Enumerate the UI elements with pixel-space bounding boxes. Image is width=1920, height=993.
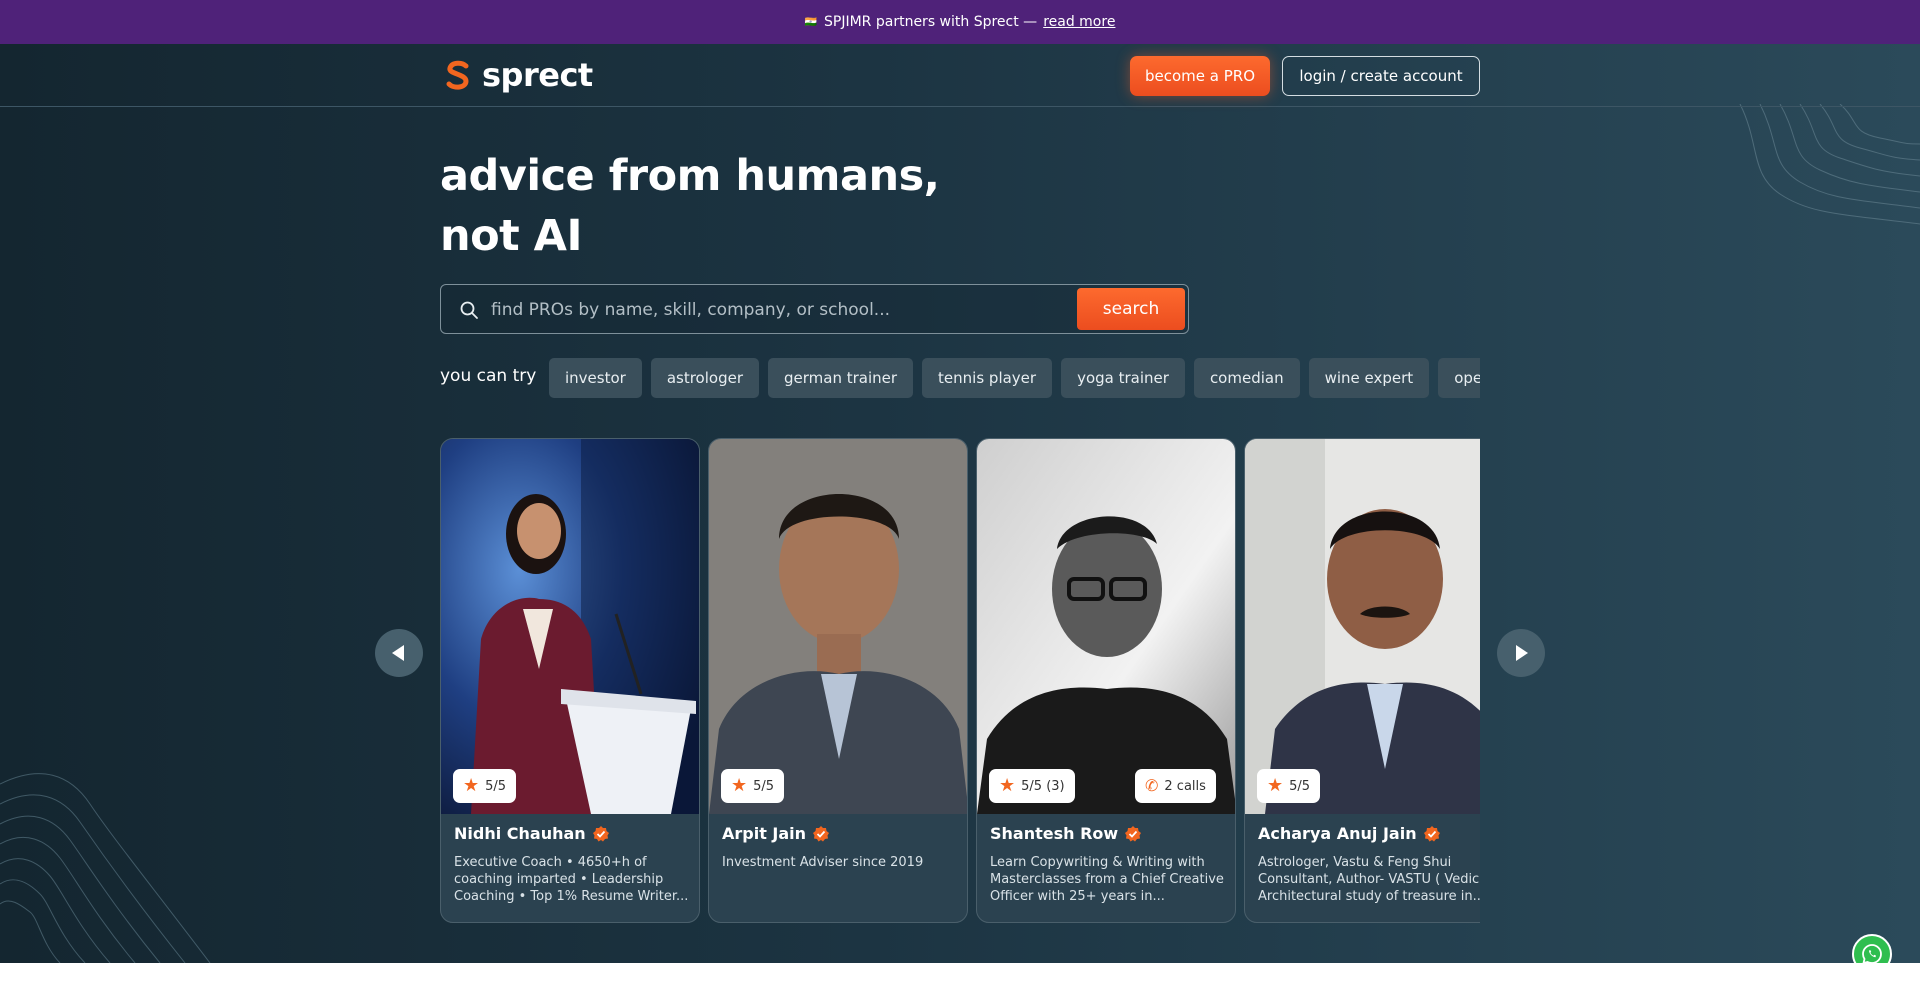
rating-badge: ★ 5/5 bbox=[721, 769, 785, 803]
wave-lines-top-decoration bbox=[1739, 104, 1920, 225]
star-icon: ★ bbox=[731, 775, 748, 796]
pro-description: Learn Copywriting & Writing with Masterc… bbox=[990, 855, 1224, 904]
search-icon bbox=[460, 301, 478, 319]
pro-card[interactable]: ★ 5/5 Nidhi Chauhan Executive Coach • 46… bbox=[440, 438, 700, 923]
pro-name: Arpit Jain bbox=[722, 824, 830, 843]
chip-tennis-player[interactable]: tennis player bbox=[922, 358, 1053, 398]
search-bar: search bbox=[440, 284, 1189, 334]
hero-section: sprect become a PRO login / create accou… bbox=[0, 44, 1920, 963]
logo-text: sprect bbox=[482, 56, 593, 94]
suggestions-row: you can try investor astrologer german t… bbox=[440, 358, 1480, 398]
rating-badge: ★ 5/5 (3) bbox=[989, 769, 1075, 803]
verified-badge-icon bbox=[1125, 825, 1142, 841]
become-pro-button[interactable]: become a PRO bbox=[1130, 56, 1270, 96]
banner-text: SPJIMR partners with Sprect — bbox=[824, 14, 1038, 30]
star-icon: ★ bbox=[999, 775, 1016, 796]
pro-name: Nidhi Chauhan bbox=[454, 824, 610, 843]
pro-name-text: Acharya Anuj Jain bbox=[1258, 824, 1417, 843]
suggestion-chips: investor astrologer german trainer tenni… bbox=[549, 358, 1480, 398]
verified-badge-icon bbox=[592, 825, 609, 841]
pro-name-text: Nidhi Chauhan bbox=[454, 824, 586, 843]
verified-badge-icon bbox=[1423, 825, 1440, 841]
chip-astrologer[interactable]: astrologer bbox=[650, 358, 759, 398]
pro-description: Executive Coach • 4650+h of coaching imp… bbox=[454, 855, 689, 904]
headline-line-2: not AI bbox=[440, 211, 582, 261]
site-header: sprect become a PRO login / create accou… bbox=[0, 44, 1920, 107]
wave-lines-bottom-decoration bbox=[0, 773, 211, 963]
chip-wine-expert[interactable]: wine expert bbox=[1308, 358, 1430, 398]
pro-name: Shantesh Row bbox=[990, 824, 1142, 843]
chip-investor[interactable]: investor bbox=[549, 358, 642, 398]
india-flag-icon: 🇮🇳 bbox=[804, 16, 819, 28]
phone-icon: ✆ bbox=[1145, 776, 1159, 795]
headline-line-1: advice from humans, bbox=[440, 151, 940, 201]
whatsapp-chat-button[interactable] bbox=[1852, 934, 1892, 963]
chip-yoga-trainer[interactable]: yoga trainer bbox=[1061, 358, 1185, 398]
chip-german-trainer[interactable]: german trainer bbox=[768, 358, 914, 398]
search-input[interactable] bbox=[491, 291, 1011, 329]
carousel-next-button[interactable] bbox=[1497, 629, 1545, 677]
pro-card[interactable]: ★ 5/5 Arpit Jain Investment Adviser sinc… bbox=[708, 438, 968, 923]
rating-value: 5/5 bbox=[485, 778, 507, 794]
rating-value: 5/5 bbox=[753, 778, 775, 794]
pro-name-text: Shantesh Row bbox=[990, 824, 1119, 843]
pro-description: Investment Adviser since 2019 bbox=[722, 855, 924, 870]
rating-badge: ★ 5/5 bbox=[1257, 769, 1321, 803]
calls-badge: ✆ 2 calls bbox=[1135, 769, 1216, 803]
pro-card[interactable]: ★ 5/5 (3) ✆ 2 calls Shantesh Row Learn C… bbox=[976, 438, 1236, 923]
pro-name-text: Arpit Jain bbox=[722, 824, 807, 843]
sprect-logo[interactable]: sprect bbox=[440, 56, 593, 94]
pro-description: Astrologer, Vastu & Feng Shui Consultant… bbox=[1258, 855, 1480, 904]
whatsapp-icon bbox=[1862, 944, 1882, 963]
verified-badge-icon bbox=[813, 825, 830, 841]
pro-photo bbox=[709, 439, 967, 814]
rating-badge: ★ 5/5 bbox=[453, 769, 517, 803]
chip-operations[interactable]: operations bbox=[1438, 358, 1480, 398]
read-more-link[interactable]: read more bbox=[1043, 14, 1115, 30]
pro-photo bbox=[441, 439, 699, 814]
pro-photo bbox=[977, 439, 1235, 814]
pro-name: Acharya Anuj Jain bbox=[1258, 824, 1441, 843]
pro-carousel: ★ 5/5 Nidhi Chauhan Executive Coach • 46… bbox=[440, 438, 1480, 923]
suggestions-label: you can try bbox=[440, 366, 537, 386]
triangle-right-icon bbox=[1516, 645, 1528, 661]
calls-value: 2 calls bbox=[1164, 778, 1206, 794]
carousel-prev-button[interactable] bbox=[375, 629, 423, 677]
rating-value: 5/5 (3) bbox=[1021, 778, 1065, 794]
star-icon: ★ bbox=[1267, 775, 1284, 796]
rating-value: 5/5 bbox=[1289, 778, 1311, 794]
announcement-banner: 🇮🇳 SPJIMR partners with Sprect — read mo… bbox=[0, 0, 1920, 44]
pro-photo bbox=[1245, 439, 1480, 814]
sprect-logo-icon bbox=[446, 60, 469, 90]
star-icon: ★ bbox=[463, 775, 480, 796]
login-button[interactable]: login / create account bbox=[1282, 56, 1480, 96]
triangle-left-icon bbox=[392, 645, 404, 661]
page-headline: advice from humans, not AI bbox=[440, 146, 940, 266]
pro-card[interactable]: ★ 5/5 Acharya Anuj Jain Astrologer, Vast… bbox=[1244, 438, 1480, 923]
chip-comedian[interactable]: comedian bbox=[1193, 358, 1300, 398]
search-button[interactable]: search bbox=[1077, 288, 1185, 330]
